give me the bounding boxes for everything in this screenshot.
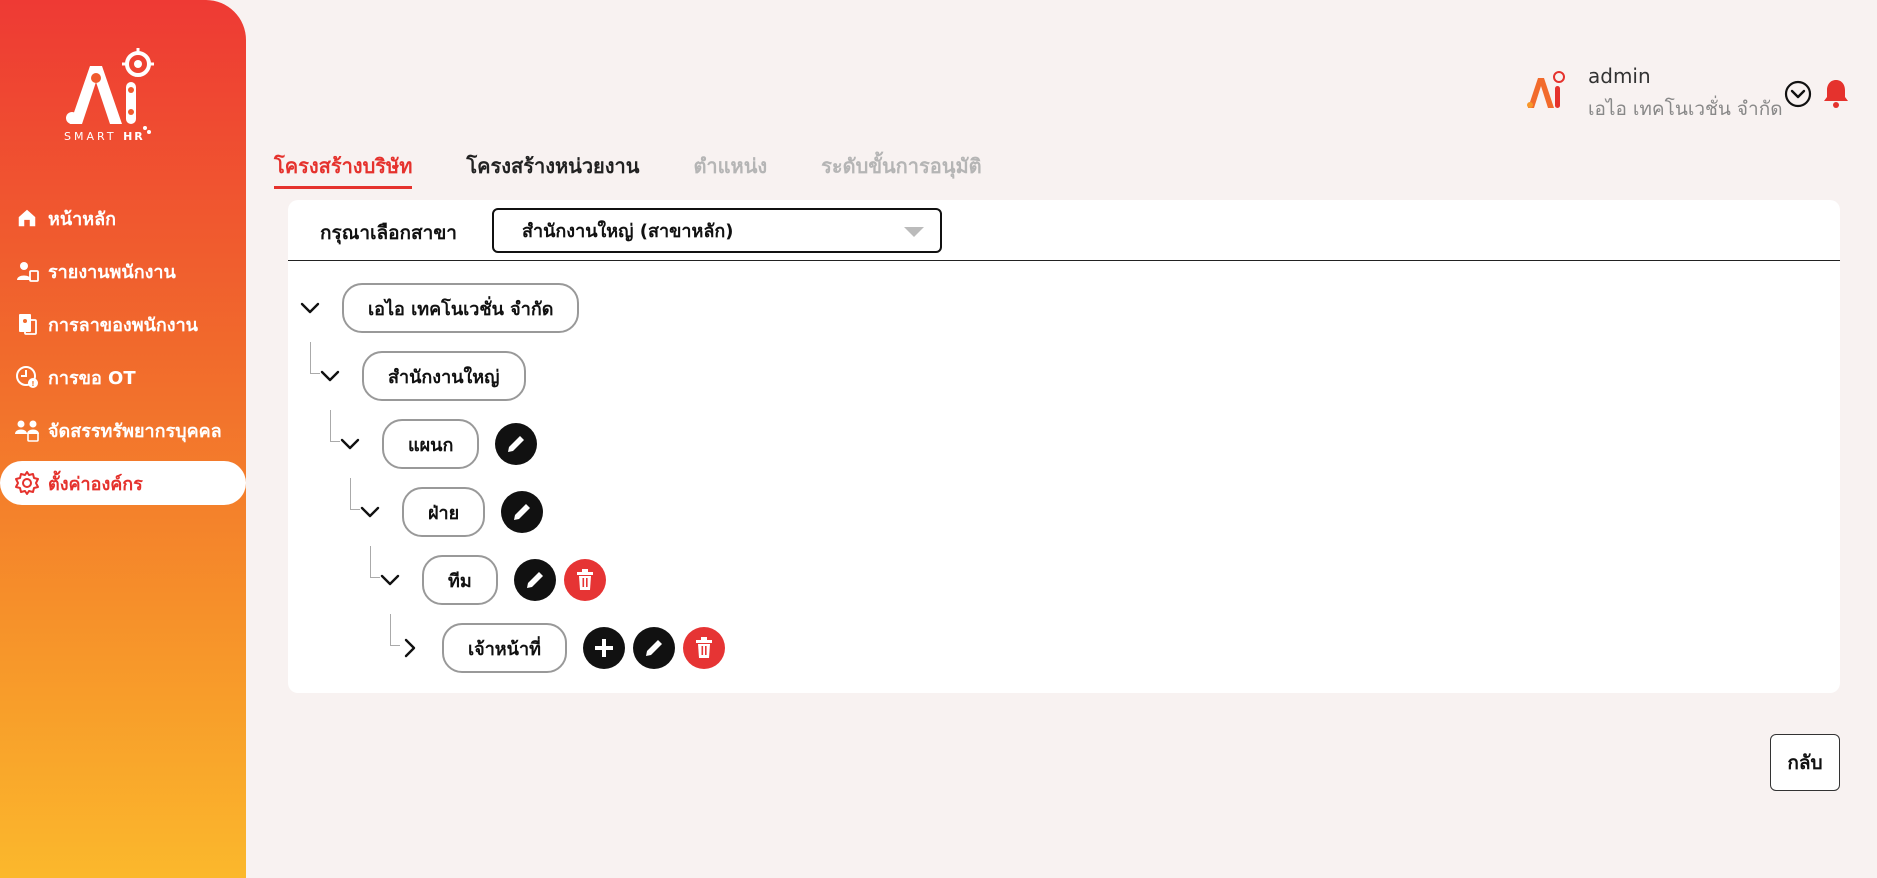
tree-node-headoffice[interactable]: สำนักงานใหญ่ (362, 351, 526, 401)
sidebar-item-label: ตั้งค่าองค์กร (48, 473, 143, 495)
sidebar-item-home[interactable]: หน้าหลัก (0, 196, 246, 240)
sidebar-item-label: การขอ OT (48, 367, 136, 389)
bell-icon[interactable] (1822, 78, 1850, 108)
pencil-icon (526, 572, 543, 588)
divider (288, 260, 1840, 261)
chevron-down-icon[interactable] (318, 364, 342, 388)
trash-icon (695, 637, 712, 658)
tree-row-company: เอไอ เทคโนเวชั่น จำกัด (298, 283, 580, 333)
caret-down-icon (904, 227, 924, 237)
delete-button[interactable] (682, 627, 725, 669)
structure-panel: กรุณาเลือกสาขา สำนักงานใหญ่ (สาขาหลัก) เ… (288, 200, 1840, 693)
branch-select-value: สำนักงานใหญ่ (สาขาหลัก) (522, 221, 734, 242)
tree-row-headoffice: สำนักงานใหญ่ (318, 351, 526, 401)
chevron-down-icon[interactable] (338, 432, 362, 456)
pencil-icon (508, 436, 525, 452)
chevron-down-icon[interactable] (358, 500, 382, 524)
chevron-right-icon[interactable] (398, 636, 422, 660)
pencil-icon (514, 504, 531, 520)
tree-node-staff[interactable]: เจ้าหน้าที่ (442, 623, 567, 673)
edit-button[interactable] (495, 423, 538, 465)
sidebar-item-label: การลาของพนักงาน (48, 314, 198, 336)
back-button[interactable]: กลับ (1770, 734, 1840, 791)
sidebar-item-org-settings[interactable]: ตั้งค่าองค์กร (0, 461, 246, 505)
tab-approval-levels[interactable]: ระดับขั้นการอนุมัติ (821, 150, 981, 189)
edit-button[interactable] (501, 491, 544, 533)
tree-node-department[interactable]: แผนก (382, 419, 480, 469)
branch-label: กรุณาเลือกสาขา (320, 222, 457, 244)
leave-document-icon (14, 311, 40, 337)
tree-node-team[interactable]: ทีม (422, 555, 498, 605)
tree-row-staff: เจ้าหน้าที่ (398, 623, 725, 673)
home-icon (14, 205, 40, 231)
sidebar-item-label: จัดสรรทรัพยากรบุคคล (48, 420, 222, 442)
sidebar-item-employee-leave[interactable]: การลาของพนักงาน (0, 302, 246, 346)
logo-caption: SMART HR (64, 130, 145, 143)
tree-node-division[interactable]: ฝ่าย (402, 487, 486, 537)
delete-button[interactable] (563, 559, 606, 601)
svg-text:!: ! (31, 380, 34, 388)
clock-ot-icon: ! (14, 364, 40, 390)
tree-node-company[interactable]: เอไอ เทคโนเวชั่น จำกัด (342, 283, 580, 333)
branch-select[interactable]: สำนักงานใหญ่ (สาขาหลัก) (492, 208, 942, 253)
trash-icon (576, 569, 593, 590)
edit-button[interactable] (513, 559, 556, 601)
pencil-icon (645, 640, 662, 656)
edit-button[interactable] (632, 627, 675, 669)
tree-row-department: แผนก (338, 419, 538, 469)
sidebar-item-hr-allocation[interactable]: จัดสรรทรัพยากรบุคคล (0, 408, 246, 452)
tree-row-team: ทีม (378, 555, 606, 605)
chevron-down-icon[interactable] (378, 568, 402, 592)
sidebar-nav: หน้าหลัก รายงานพนักงาน การลาของพนักงาน !… (0, 196, 246, 514)
chevron-down-circle-icon[interactable] (1784, 80, 1812, 108)
tab-unit-structure[interactable]: โครงสร้างหน่วยงาน (466, 150, 639, 189)
tab-bar: โครงสร้างบริษัท โครงสร้างหน่วยงาน ตำแหน่… (274, 150, 1036, 189)
plus-icon (594, 639, 613, 657)
user-company: เอไอ เทคโนเวชั่น จำกัด (1588, 98, 1783, 120)
company-logo-icon (1527, 71, 1565, 108)
sidebar-item-ot-request[interactable]: ! การขอ OT (0, 355, 246, 399)
tab-company-structure[interactable]: โครงสร้างบริษัท (274, 150, 413, 189)
sidebar: SMART HR หน้าหลัก รายงานพนักงาน การลาของ… (0, 0, 246, 878)
sidebar-item-employee-report[interactable]: รายงานพนักงาน (0, 249, 246, 293)
people-group-icon (14, 417, 40, 443)
user-report-icon (14, 258, 40, 284)
gear-icon (14, 470, 40, 496)
tree-row-division: ฝ่าย (358, 487, 544, 537)
sidebar-item-label: รายงานพนักงาน (48, 261, 176, 283)
add-button[interactable] (582, 627, 625, 669)
chevron-down-icon[interactable] (298, 296, 322, 320)
user-name: admin (1588, 64, 1651, 88)
sidebar-item-label: หน้าหลัก (48, 208, 117, 230)
tab-position[interactable]: ตำแหน่ง (693, 150, 767, 189)
